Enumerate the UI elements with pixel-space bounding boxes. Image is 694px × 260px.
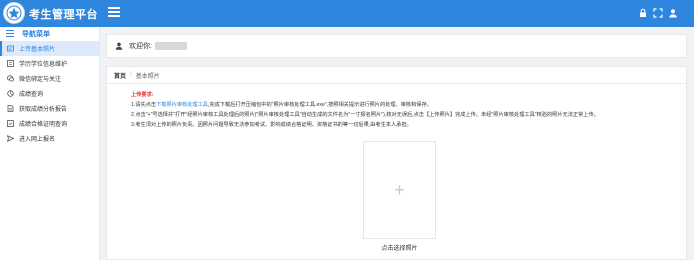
nav-header-label: 导航菜单 <box>22 31 50 38</box>
sidebar-item-score-query[interactable]: 成绩查询 <box>0 86 99 101</box>
requirements-title: 上传要求: <box>131 92 154 98</box>
sidebar-item-upload-photo[interactable]: 上传基本照片 <box>0 41 99 56</box>
app-logo <box>3 2 25 24</box>
main-content: 首页 / 基本照片 上传要求: 1.请先点击下载照片审核处理工具,完成下载后打开… <box>106 66 687 260</box>
logo-emblem-icon <box>6 5 22 21</box>
requirement-line-2: 2.点击"+"号选择并"打开"经照片审核工具处理后的照片("照片审核处理工具"自… <box>131 112 599 118</box>
document-icon <box>7 105 14 112</box>
user-icon[interactable] <box>668 8 678 18</box>
download-tool-link[interactable]: 下载照片审核处理工具 <box>156 102 208 108</box>
plus-icon: + <box>394 180 405 200</box>
user-icon <box>115 42 123 50</box>
breadcrumb-home[interactable]: 首页 <box>114 71 126 80</box>
sidebar-item-label: 进入网上报名 <box>19 137 56 143</box>
upload-requirements: 上传要求: 1.请先点击下载照片审核处理工具,完成下载后打开压缩包中的"照片审核… <box>107 84 686 130</box>
sidebar-item-label: 成绩查询 <box>19 92 44 98</box>
sidebar-item-score-report[interactable]: 获取成绩分析报告 <box>0 101 99 116</box>
top-bar: 考生管理平台 <box>0 0 694 27</box>
upload-label: 点击选择照片 <box>381 246 418 252</box>
send-icon <box>7 135 14 142</box>
graduation-icon <box>7 60 14 67</box>
app-title: 考生管理平台 <box>29 9 98 21</box>
photo-upload-box[interactable]: + <box>363 141 436 239</box>
nav-header: 导航菜单 <box>0 27 99 41</box>
id-card-icon <box>7 45 14 52</box>
sidebar-item-label: 微信绑定与关注 <box>19 77 62 83</box>
list-icon <box>6 29 14 39</box>
lock-icon[interactable] <box>638 8 648 18</box>
chart-icon <box>7 90 14 97</box>
sidebar-item-degree-info[interactable]: 学历学位信息维护 <box>0 56 99 71</box>
sidebar: 导航菜单 上传基本照片 学历学位信息维护 微信绑定与关注 成绩查询 获取成绩分析… <box>0 27 100 260</box>
wechat-icon <box>7 75 14 82</box>
sidebar-item-label: 上传基本照片 <box>19 47 56 53</box>
fullscreen-icon[interactable] <box>653 8 663 18</box>
sidebar-item-label: 获取成绩分析报告 <box>19 107 68 113</box>
breadcrumb: 首页 / 基本照片 <box>107 67 686 84</box>
breadcrumb-separator: / <box>130 72 132 78</box>
sidebar-item-certificate[interactable]: 成绩合格证明查询 <box>0 116 99 131</box>
menu-toggle-icon[interactable] <box>108 7 120 19</box>
requirement-line-1: 1.请先点击下载照片审核处理工具,完成下载后打开压缩包中的"照片审核处理工具.e… <box>131 102 432 108</box>
welcome-bar: 欢迎你: <box>106 34 687 58</box>
welcome-text: 欢迎你: <box>129 43 152 50</box>
breadcrumb-current: 基本照片 <box>135 73 160 80</box>
certificate-icon <box>7 120 14 127</box>
sidebar-item-online-registration[interactable]: 进入网上报名 <box>0 131 99 146</box>
sidebar-item-label: 学历学位信息维护 <box>19 62 68 68</box>
sidebar-item-label: 成绩合格证明查询 <box>19 122 68 128</box>
sidebar-item-wechat[interactable]: 微信绑定与关注 <box>0 71 99 86</box>
requirement-line-3: 3.考生须对上传的照片负责。因照片问题导致无法参加考试、影响成绩合格证明、资格证… <box>131 122 412 128</box>
redacted-username <box>154 42 187 50</box>
